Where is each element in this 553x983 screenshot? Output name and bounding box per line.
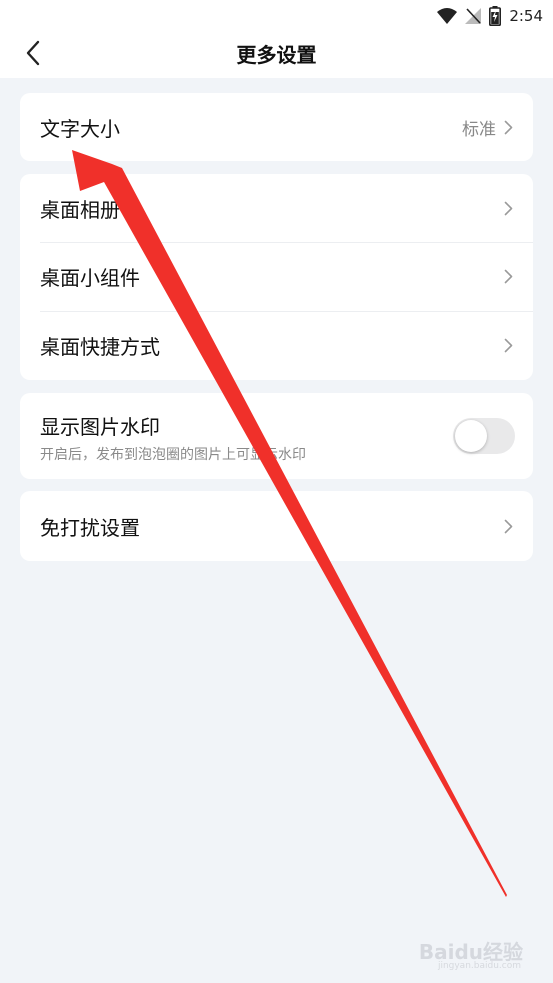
battery-icon (489, 6, 502, 26)
clock-time: 2:54 (509, 7, 543, 25)
dnd-label: 免打扰设置 (40, 515, 140, 540)
desktop-album-row[interactable]: 桌面相册 (20, 174, 533, 242)
font-size-card: 文字大小 标准 (20, 93, 533, 161)
watermark-toggle[interactable] (453, 418, 515, 454)
chevron-right-icon (504, 519, 513, 534)
desktop-widget-label: 桌面小组件 (40, 266, 140, 290)
font-size-row[interactable]: 文字大小 标准 (20, 93, 533, 161)
font-size-value: 标准 (462, 119, 496, 140)
watermark-row: 显示图片水印 开启后，发布到泡泡圈的图片上可显示水印 (20, 393, 533, 479)
desktop-shortcut-right (504, 311, 513, 380)
wifi-icon (437, 8, 458, 24)
no-signal-icon (465, 8, 482, 24)
font-size-right: 标准 (462, 93, 513, 161)
font-size-label: 文字大小 (40, 116, 120, 141)
page-title: 更多设置 (236, 43, 317, 67)
desktop-widget-row[interactable]: 桌面小组件 (20, 242, 533, 311)
chevron-right-icon (504, 120, 513, 135)
toggle-knob (455, 420, 487, 452)
dnd-row[interactable]: 免打扰设置 (20, 491, 533, 561)
chevron-right-icon (504, 338, 513, 353)
dnd-right (504, 491, 513, 561)
desktop-album-label: 桌面相册 (40, 197, 120, 222)
desktop-shortcut-row[interactable]: 桌面快捷方式 (20, 311, 533, 380)
watermark-card: 显示图片水印 开启后，发布到泡泡圈的图片上可显示水印 (20, 393, 533, 479)
watermark-subtitle: 开启后，发布到泡泡圈的图片上可显示水印 (40, 447, 306, 463)
desktop-card: 桌面相册 桌面小组件 桌面快捷方式 (20, 174, 533, 380)
watermark-title: 显示图片水印 (40, 415, 160, 439)
top-bar: 2:54 更多设置 (0, 0, 553, 78)
desktop-album-right (504, 174, 513, 242)
desktop-shortcut-label: 桌面快捷方式 (40, 335, 160, 359)
chevron-right-icon (504, 269, 513, 284)
baidu-watermark-url: jingyan.baidu.com (437, 961, 521, 971)
chevron-right-icon (504, 201, 513, 216)
status-bar: 2:54 (437, 3, 543, 29)
desktop-widget-right (504, 242, 513, 311)
dnd-card: 免打扰设置 (20, 491, 533, 561)
